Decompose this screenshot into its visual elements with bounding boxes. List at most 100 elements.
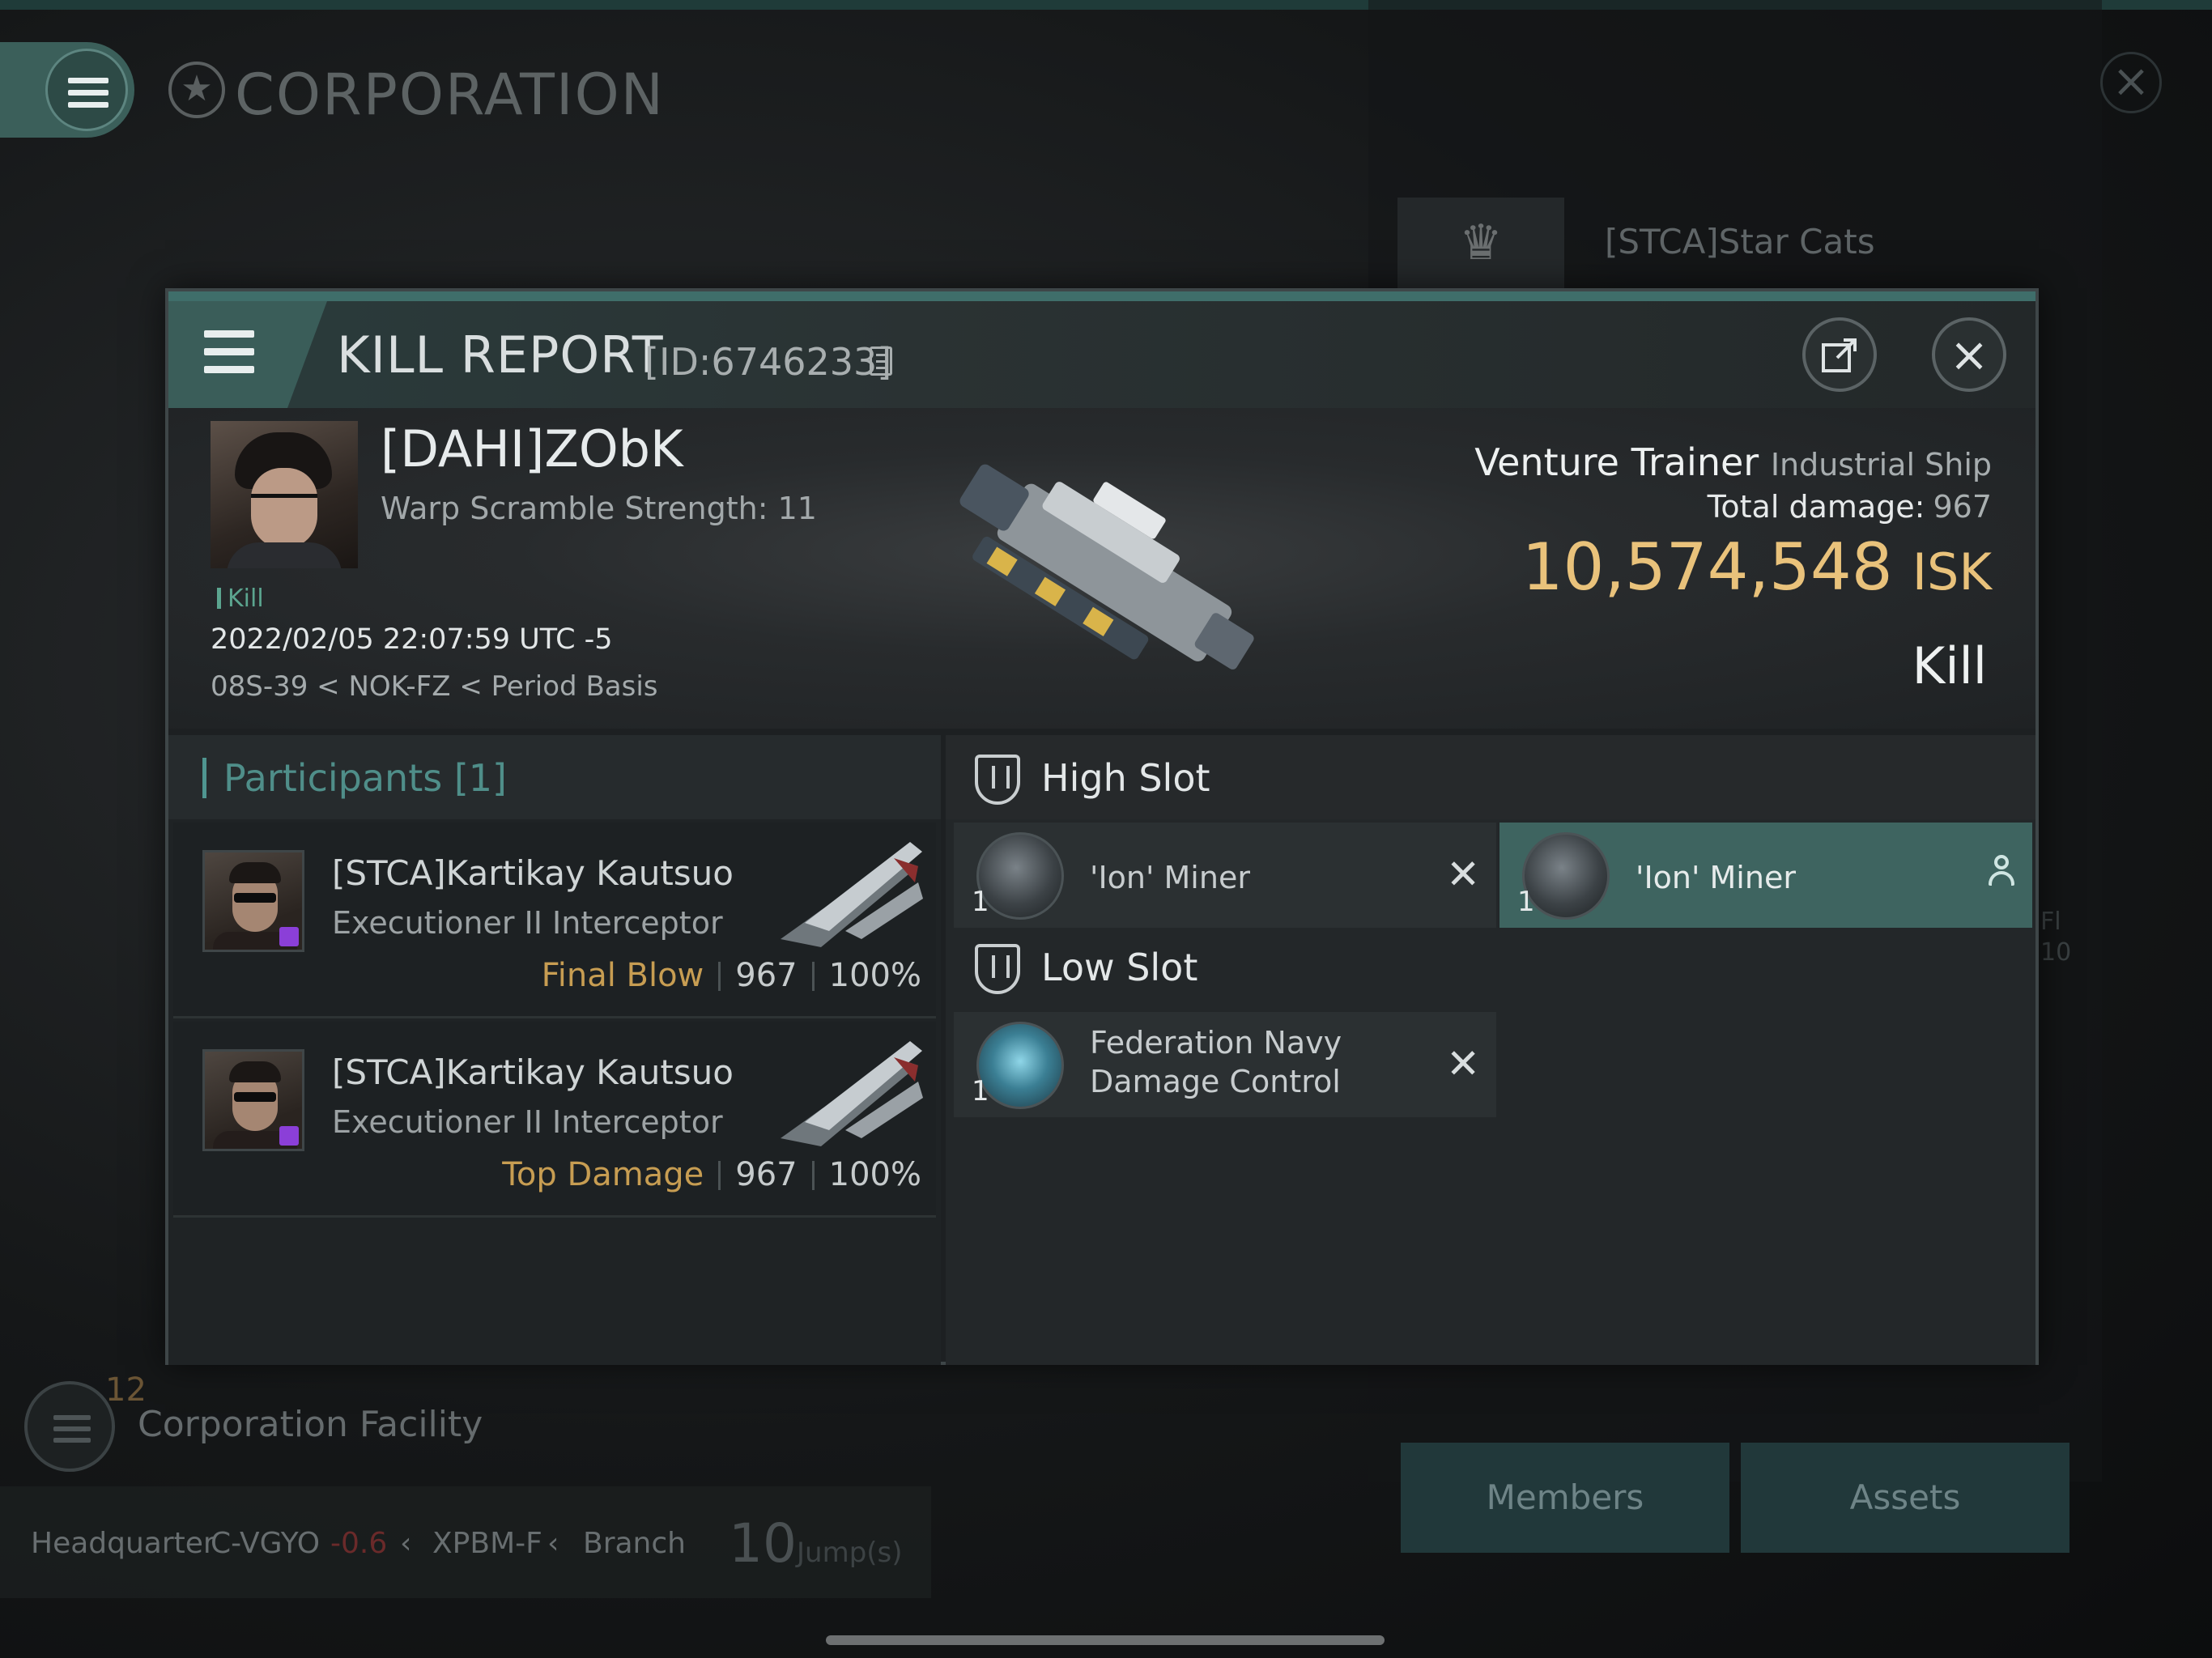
total-damage: Total damage: 967 — [1708, 489, 1992, 525]
attacker-damage: 967 — [735, 957, 798, 994]
divider — [718, 1161, 721, 1190]
attacker-avatar[interactable] — [202, 850, 304, 952]
attacker-name: [STCA]Kartikay Kautsuo — [332, 1052, 734, 1092]
person-icon — [1989, 855, 2014, 891]
isk-value: 10,574,548 — [1521, 529, 1893, 605]
kill-report-dialog: KILL REPORT [ID:6746233] × [DAHI]ZObK Wa… — [165, 288, 2039, 1365]
hq-security: -0.6 — [330, 1527, 388, 1560]
hq-label: Headquarter — [31, 1527, 215, 1560]
kill-location[interactable]: 08S-39 < NOK-FZ < Period Basis — [211, 670, 657, 703]
attacker-ship-render — [781, 842, 923, 947]
damage-control-icon — [976, 1022, 1064, 1109]
corp-badge-icon — [279, 1126, 299, 1146]
hamburger-icon — [68, 78, 108, 114]
warp-scramble-strength: Warp Scramble Strength: 11 — [381, 491, 817, 526]
attacker-ship: Executioner II Interceptor — [332, 905, 723, 941]
isk-unit: ISK — [1912, 542, 1992, 602]
participants-header: Participants [1] — [168, 735, 941, 819]
page-title: CORPORATION — [235, 62, 666, 128]
victim-name[interactable]: [DAHI]ZObK — [381, 419, 683, 478]
victim-avatar[interactable] — [211, 421, 358, 568]
ship-class: Industrial Ship — [1770, 447, 1992, 483]
main-menu-circle — [45, 49, 128, 131]
high-slot-header: High Slot — [946, 735, 2035, 819]
module-item[interactable]: 1 Federation Navy Damage Control ✕ — [954, 1012, 1496, 1117]
chevron-left-icon: ‹ — [400, 1527, 412, 1560]
low-slot-label: Low Slot — [1041, 946, 1198, 989]
headquarter-bar[interactable]: Headquarter C-VGYO -0.6 ‹ XPBM-F ‹ Branc… — [0, 1486, 931, 1598]
module-item[interactable]: 1 'Ion' Miner ✕ — [954, 823, 1496, 928]
jumps-value: 10 — [729, 1512, 797, 1575]
dialog-title: KILL REPORT — [337, 325, 664, 385]
kill-result: Kill — [1912, 636, 1987, 695]
attacker-ship: Executioner II Interceptor — [332, 1104, 723, 1140]
obscured-text: Fl 10 — [2040, 907, 2071, 968]
total-damage-label: Total damage: — [1707, 489, 1925, 525]
attacker-ship-render — [781, 1041, 923, 1146]
facility-menu-button[interactable] — [24, 1381, 115, 1472]
hq-system: C-VGYO — [211, 1527, 321, 1560]
module-name: 'Ion' Miner — [1636, 860, 1796, 895]
final-blow-tag: Final Blow — [541, 957, 704, 994]
destroyed-icon: ✕ — [1446, 851, 1480, 898]
dialog-header: KILL REPORT [ID:6746233] × — [168, 301, 2035, 408]
hamburger-icon — [204, 330, 254, 384]
divider — [811, 962, 815, 991]
participants-title: Participants [1] — [223, 756, 507, 800]
attacker-stats: Final Blow 967 100% — [542, 957, 921, 994]
corp-badge-icon — [279, 927, 299, 946]
fitting-panel: High Slot 1 'Ion' Miner ✕ 1 'Ion' Miner … — [946, 735, 2035, 1365]
attacker-avatar[interactable] — [202, 1049, 304, 1151]
home-indicator[interactable] — [826, 1635, 1385, 1645]
divider — [718, 962, 721, 991]
share-icon — [1822, 338, 1857, 372]
kill-summary: [DAHI]ZObK Warp Scramble Strength: 11 Ki… — [168, 408, 2035, 729]
module-item-dropped[interactable]: 1 'Ion' Miner — [1499, 823, 2032, 928]
close-icon: × — [2112, 55, 2150, 108]
copy-icon[interactable] — [870, 346, 892, 376]
module-name-line: Damage Control — [1090, 1064, 1341, 1099]
module-quantity: 1 — [1517, 886, 1535, 918]
kill-datetime: 2022/02/05 22:07:59 UTC -5 — [211, 623, 613, 656]
mining-laser-icon — [1522, 832, 1610, 920]
page-close-button[interactable]: × — [2100, 52, 2162, 113]
module-name: Federation Navy Damage Control — [1090, 1023, 1342, 1101]
share-button[interactable] — [1802, 317, 1877, 392]
chevron-left-icon: ‹ — [547, 1527, 559, 1560]
module-name: 'Ion' Miner — [1090, 860, 1250, 895]
dialog-accent-line — [168, 291, 2035, 301]
hamburger-icon — [53, 1415, 91, 1449]
module-name-line: Federation Navy — [1090, 1025, 1342, 1061]
corp-logo: ♛ — [1397, 198, 1564, 288]
dialog-menu-button[interactable] — [168, 301, 327, 408]
kill-id: [ID:6746233] — [644, 340, 892, 384]
divider — [811, 1161, 815, 1190]
obscured-text-line: 10 — [2040, 938, 2072, 967]
dialog-close-button[interactable]: × — [1932, 317, 2006, 392]
participants-panel: Participants [1] [STCA]Kartikay Kautsuo … — [168, 735, 941, 1365]
main-menu-button[interactable] — [0, 42, 134, 138]
kill-tag: Kill — [217, 585, 264, 613]
participant-row[interactable]: [STCA]Kartikay Kautsuo Executioner II In… — [173, 823, 936, 1018]
close-icon: × — [1949, 327, 1989, 382]
obscured-text-line: Fl — [2040, 908, 2061, 936]
attacker-damage: 967 — [735, 1156, 798, 1193]
ship-name-line[interactable]: Venture Trainer Industrial Ship — [1474, 440, 1992, 484]
jumps-label: Jump(s) — [797, 1537, 903, 1569]
total-damage-value: 967 — [1933, 489, 1992, 525]
hq-region: XPBM-F — [432, 1527, 542, 1560]
ship-render — [959, 464, 1254, 670]
module-quantity: 1 — [972, 886, 989, 918]
mining-laser-icon — [976, 832, 1064, 920]
module-quantity: 1 — [972, 1075, 989, 1107]
participant-row[interactable]: [STCA]Kartikay Kautsuo Executioner II In… — [173, 1022, 936, 1218]
isk-value-line: 10,574,548 ISK — [1522, 529, 1992, 605]
attacker-damage-percent: 100% — [828, 1156, 921, 1193]
low-slot-header: Low Slot — [946, 925, 2035, 1009]
hq-type: Branch — [583, 1527, 686, 1560]
assets-button[interactable]: Assets — [1741, 1443, 2069, 1553]
members-button[interactable]: Members — [1401, 1443, 1729, 1553]
attacker-name: [STCA]Kartikay Kautsuo — [332, 853, 734, 893]
facility-label: Corporation Facility — [138, 1404, 483, 1445]
header-accent — [202, 758, 206, 798]
